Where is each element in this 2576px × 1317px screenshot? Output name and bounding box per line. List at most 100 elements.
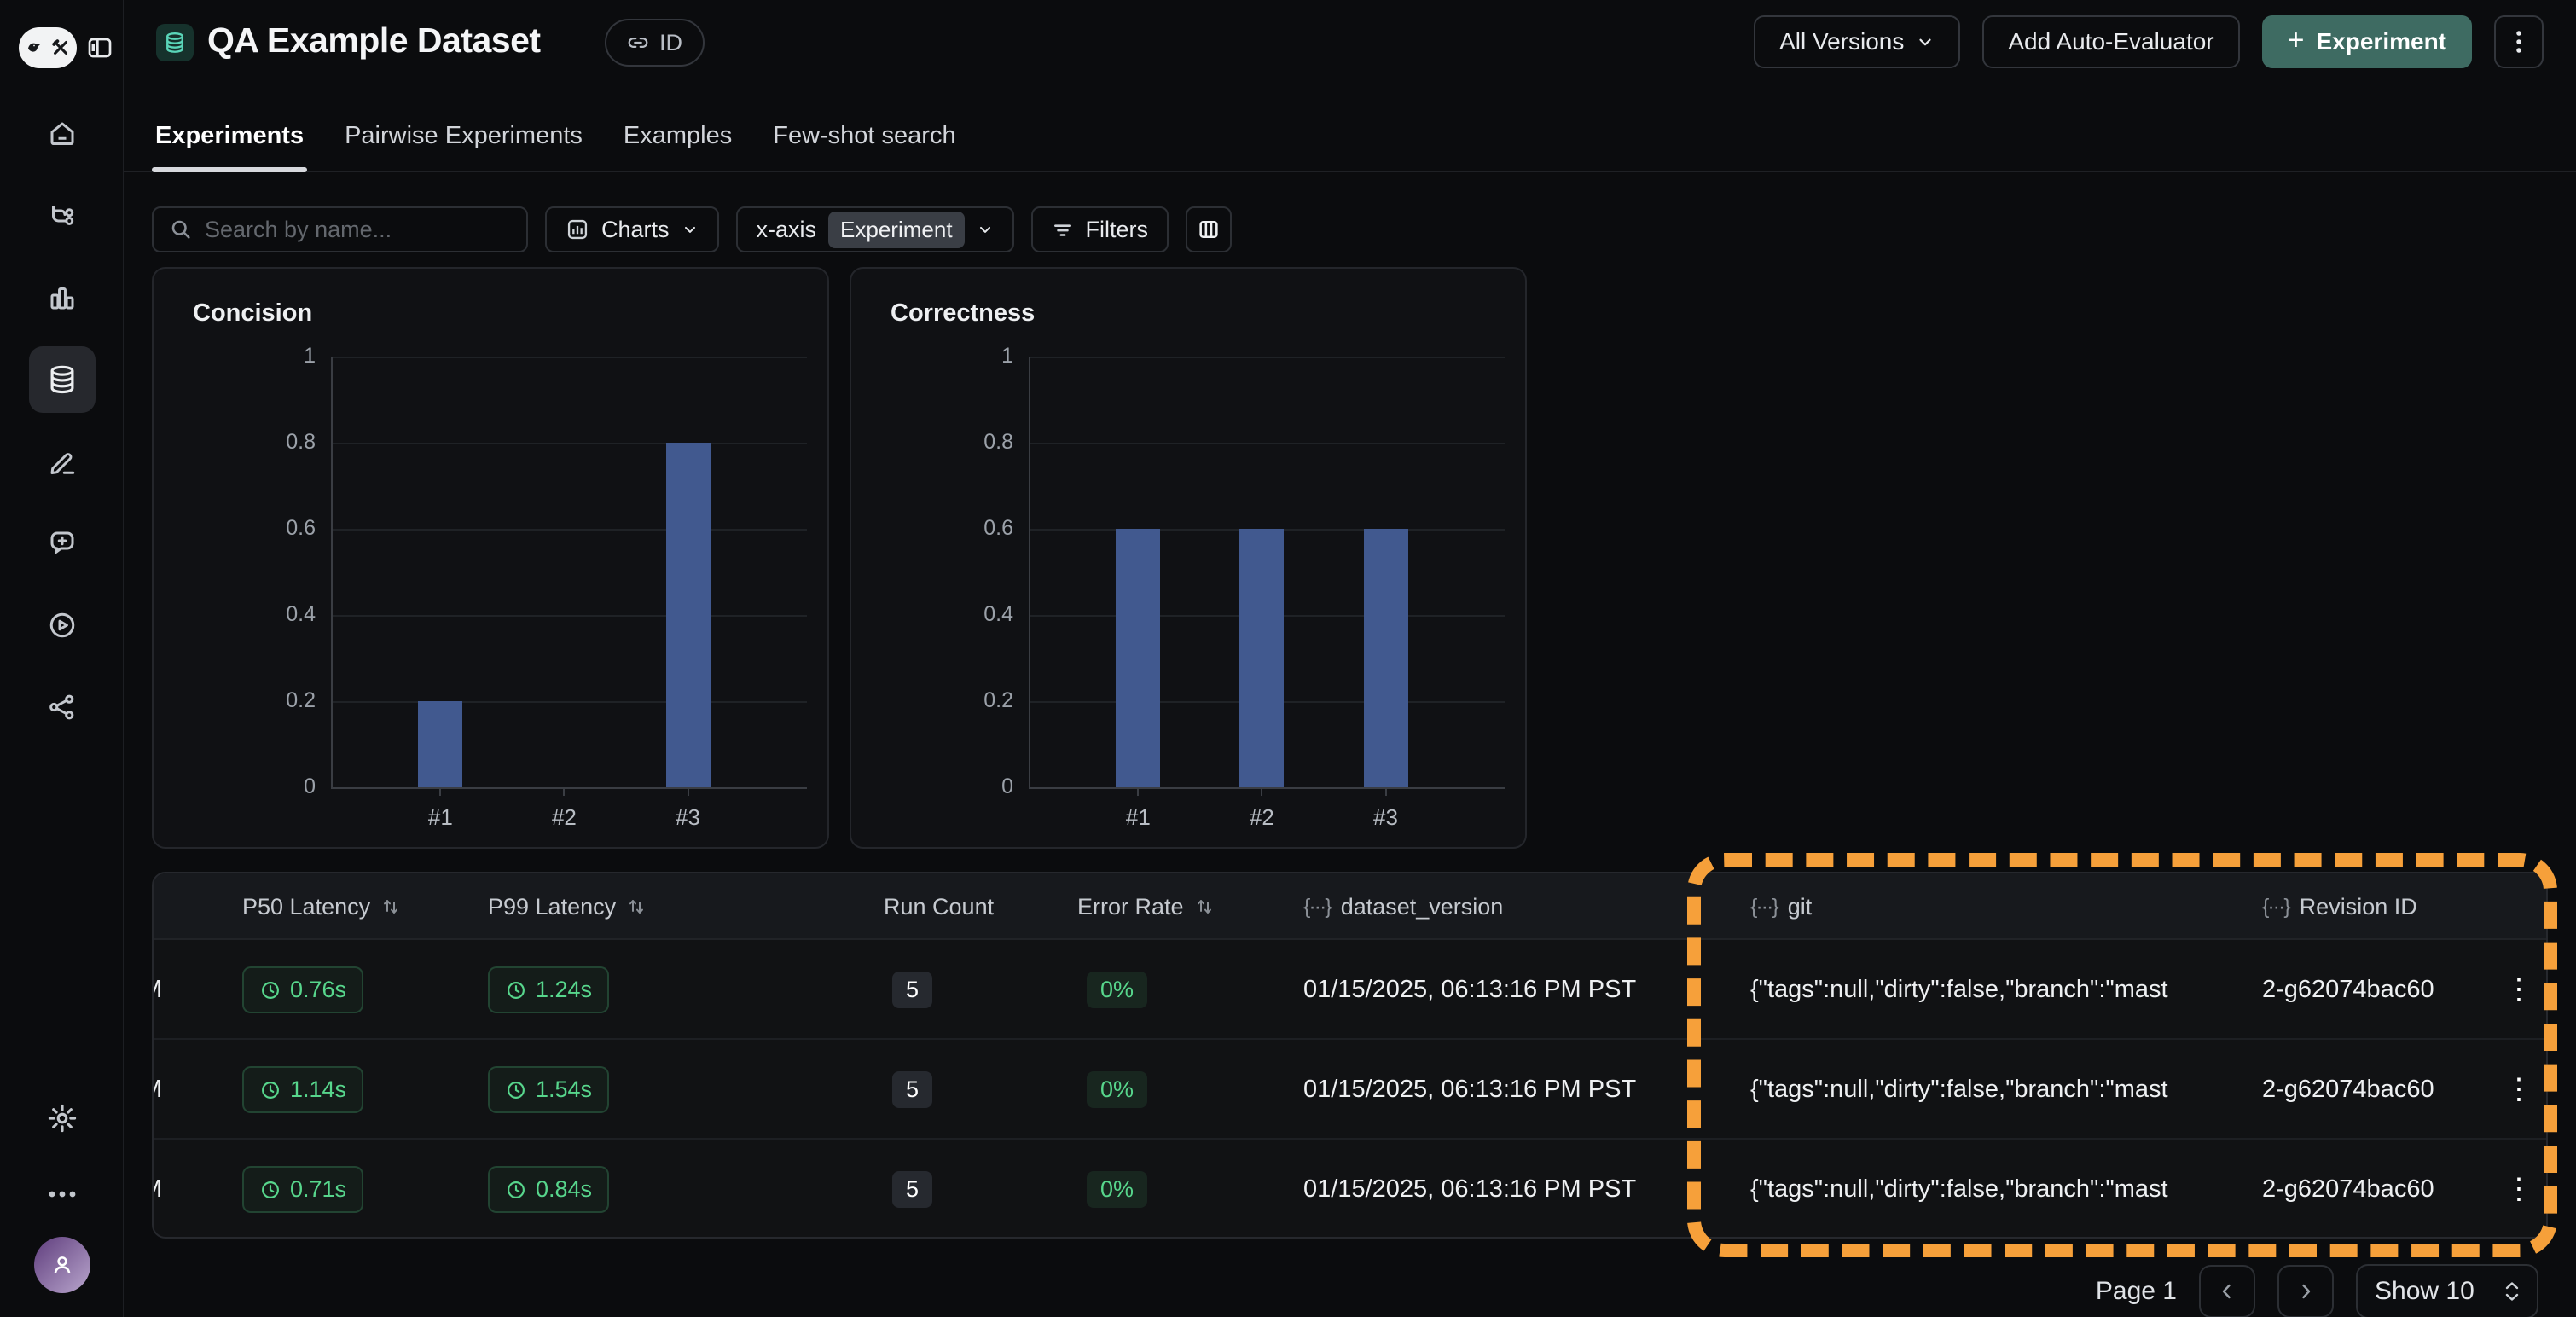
x-tick-label: #3 [637,804,740,831]
previous-page-button[interactable] [2199,1265,2255,1317]
x-tick-label: #2 [1210,804,1313,831]
crossed-tools-icon [51,38,70,57]
play-circle-icon [47,610,78,641]
sidebar-item-datasets[interactable] [29,346,96,413]
bar-#2 [1239,529,1284,787]
cell-error-rate: 0% [1087,940,1147,1040]
page-label: Page 1 [2096,1277,2177,1306]
chevron-down-icon [682,221,699,238]
cell-git: {"tags":null,"dirty":false,"branch":"mas… [1750,1140,2194,1239]
column-header-error-rate[interactable]: Error Rate [1077,873,1215,940]
bar-#1 [418,701,462,787]
row-menu-button[interactable]: ⋮ [2504,1040,2533,1140]
add-auto-evaluator-button[interactable]: Add Auto-Evaluator [1982,15,2239,68]
add-auto-evaluator-label: Add Auto-Evaluator [2008,28,2213,55]
sidebar-item-deployments[interactable] [29,674,96,740]
sidebar-item-more[interactable] [29,1177,96,1211]
sort-icon [626,896,647,917]
tab-pairwise-experiments[interactable]: Pairwise Experiments [341,122,586,171]
cell-error-rate: 0% [1087,1040,1147,1140]
id-button-label: ID [659,30,682,56]
cell-dataset-version: 01/15/2025, 06:13:16 PM PST [1303,1040,1636,1140]
row-menu-button[interactable]: ⋮ [2504,940,2533,1040]
filters-label: Filters [1086,217,1149,243]
tab-experiments[interactable]: Experiments [152,122,307,171]
y-axis-line [331,357,333,789]
x-axis-dropdown[interactable]: x-axis Experiment [736,206,1014,252]
sidebar-item-reports[interactable] [29,264,96,331]
json-braces-icon: {···} [1303,895,1331,920]
column-header-run-count[interactable]: Run Count [884,873,994,940]
search-input[interactable] [205,217,511,243]
chevron-down-icon [1916,32,1935,51]
json-braces-icon: {···} [2262,895,2289,920]
chart-card-concision: Concision 00.20.40.60.81#1#2#3 [152,267,829,849]
column-header-p99-latency[interactable]: P99 Latency [488,873,647,940]
row-menu-button[interactable]: ⋮ [2504,1140,2533,1239]
sort-icon [380,896,401,917]
y-tick-label: 0.4 [162,602,316,627]
next-page-button[interactable] [2277,1265,2334,1317]
sidebar-item-workflows[interactable] [29,183,96,249]
page-header: QA Example Dataset ID All Versions Add A… [124,0,2576,85]
gridline [331,529,807,531]
app-logo[interactable] [19,27,77,68]
new-experiment-button[interactable]: + Experiment [2262,15,2472,68]
crow-logo-icon [26,38,49,57]
chevron-right-icon [2295,1281,2316,1302]
json-braces-icon: {···} [1750,895,1778,920]
cell-p50-latency: 0.76s [242,940,363,1040]
sidebar-item-home[interactable] [29,101,96,167]
chart-plot: 00.20.40.60.81#1#2#3 [851,269,1525,847]
branch-flow-icon [47,200,78,231]
cell-revision-id: 2-g62074bac60 [2262,940,2434,1040]
cell-p50-latency: 1.14s [242,1040,363,1140]
filters-button[interactable]: Filters [1031,206,1169,252]
header-overflow-menu-button[interactable] [2494,15,2544,68]
table-row[interactable]: M1.14s1.54s50%01/15/2025, 06:13:16 PM PS… [154,1040,2546,1140]
tab-examples[interactable]: Examples [620,122,735,171]
column-header-dataset-version[interactable]: {···} dataset_version [1303,873,1503,940]
column-header-git[interactable]: {···} git [1750,873,1812,940]
sidebar-item-annotate[interactable] [29,428,96,495]
gridline [1029,443,1505,444]
kebab-menu-icon [2509,29,2528,55]
all-versions-dropdown[interactable]: All Versions [1754,15,1960,68]
clock-icon [259,1179,281,1201]
x-tick [688,787,689,796]
clock-icon [259,979,281,1001]
sidebar-item-feedback[interactable] [29,510,96,577]
link-icon [627,32,649,54]
sidebar-item-playground[interactable] [29,592,96,658]
x-tick-label: #1 [389,804,491,831]
message-plus-icon [47,528,78,559]
cell-git: {"tags":null,"dirty":false,"branch":"mas… [1750,1040,2194,1140]
y-tick-label: 0.6 [860,516,1013,541]
x-tick-label: #2 [513,804,615,831]
search-box [152,206,528,252]
charts-dropdown[interactable]: Charts [545,206,719,252]
cell-name-fragment: M [152,1140,162,1239]
sidebar-collapse-icon[interactable] [85,33,114,62]
gridline [1029,357,1505,358]
home-icon [47,119,78,149]
page-size-select[interactable]: Show 10 [2356,1264,2538,1317]
toolbar: Charts x-axis Experiment Filters [152,206,1232,252]
new-experiment-label: Experiment [2317,28,2447,55]
chevron-down-icon [977,221,994,238]
pencil-icon [47,446,78,477]
cell-git: {"tags":null,"dirty":false,"branch":"mas… [1750,940,2194,1040]
sidebar-item-settings[interactable] [29,1085,96,1152]
bar-#3 [1364,529,1408,787]
cell-name-fragment: M [152,940,162,1040]
columns-button[interactable] [1186,206,1232,252]
tab-few-shot-search[interactable]: Few-shot search [769,122,959,171]
copy-id-button[interactable]: ID [605,19,705,67]
column-header-revision-id[interactable]: {···} Revision ID [2262,873,2417,940]
table-row[interactable]: M0.76s1.24s50%01/15/2025, 06:13:16 PM PS… [154,940,2546,1040]
chart-card-correctness: Correctness 00.20.40.60.81#1#2#3 [850,267,1527,849]
cell-dataset-version: 01/15/2025, 06:13:16 PM PST [1303,940,1636,1040]
column-header-p50-latency[interactable]: P50 Latency [242,873,401,940]
table-row[interactable]: M0.71s0.84s50%01/15/2025, 06:13:16 PM PS… [154,1140,2546,1239]
user-avatar[interactable] [34,1237,90,1293]
